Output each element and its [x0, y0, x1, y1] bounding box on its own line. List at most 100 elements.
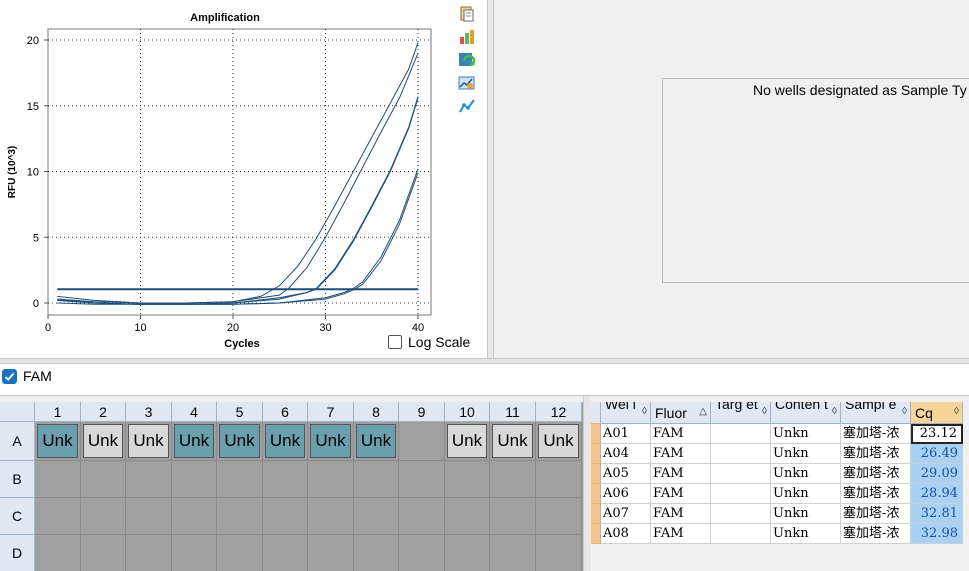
table-cell-well[interactable]: A05 — [601, 464, 651, 484]
row-selector[interactable] — [591, 424, 601, 444]
plate-well[interactable]: Unk — [126, 422, 172, 461]
plate-well[interactable]: Unk — [263, 422, 308, 461]
table-cell-fluor[interactable]: FAM — [651, 464, 711, 484]
plate-well[interactable] — [354, 461, 399, 498]
table-cell-sample[interactable]: 塞加塔-浓 — [841, 464, 911, 484]
sort-icon[interactable]: ◊ — [642, 406, 647, 417]
table-cell-sample[interactable]: 塞加塔-浓 — [841, 424, 911, 444]
table-cell-target[interactable] — [711, 444, 771, 464]
plate-row-header[interactable]: D — [0, 535, 35, 571]
row-selector[interactable] — [591, 524, 601, 544]
plate-table-splitter[interactable] — [583, 396, 591, 571]
plate-well[interactable]: Unk — [81, 422, 126, 461]
plate-well[interactable] — [35, 498, 81, 535]
plate-well[interactable] — [490, 535, 536, 571]
plate-well[interactable] — [126, 535, 172, 571]
column-header-target[interactable]: Targ et ◊ — [711, 402, 771, 424]
table-cell-cq[interactable]: 32.98 — [911, 524, 963, 544]
table-cell-sample[interactable]: 塞加塔-浓 — [841, 524, 911, 544]
table-cell-content[interactable]: Unkn — [771, 444, 841, 464]
plate-well[interactable]: Unk — [172, 422, 217, 461]
table-cell-target[interactable] — [711, 464, 771, 484]
plate-column-header[interactable]: 1 — [35, 402, 81, 422]
plate-well[interactable] — [172, 498, 217, 535]
column-header-cq[interactable]: Cq ◊ — [911, 402, 963, 424]
chart-settings-icon[interactable] — [458, 74, 476, 92]
plate-column-header[interactable]: 9 — [399, 402, 445, 422]
table-cell-sample[interactable]: 塞加塔-浓 — [841, 444, 911, 464]
refresh-icon[interactable] — [458, 51, 476, 69]
plate-well[interactable] — [35, 535, 81, 571]
plate-column-header[interactable]: 8 — [354, 402, 399, 422]
table-cell-target[interactable] — [711, 504, 771, 524]
table-cell-content[interactable]: Unkn — [771, 464, 841, 484]
row-selector[interactable] — [591, 484, 601, 504]
plate-well[interactable] — [217, 461, 263, 498]
table-cell-fluor[interactable]: FAM — [651, 504, 711, 524]
plate-column-header[interactable]: 2 — [81, 402, 126, 422]
copy-icon[interactable] — [458, 5, 476, 23]
sort-icon[interactable]: ◊ — [832, 406, 837, 417]
table-cell-well[interactable]: A01 — [601, 424, 651, 444]
plate-corner[interactable] — [0, 402, 35, 422]
table-cell-well[interactable]: A07 — [601, 504, 651, 524]
plate-well[interactable]: Unk — [536, 422, 582, 461]
plate-well[interactable] — [399, 535, 445, 571]
plate-well[interactable]: Unk — [445, 422, 490, 461]
plate-well[interactable] — [308, 498, 354, 535]
plate-column-header[interactable]: 10 — [445, 402, 490, 422]
plate-well[interactable] — [126, 461, 172, 498]
column-header-fluor[interactable]: Fluor △ — [651, 402, 711, 424]
table-cell-fluor[interactable]: FAM — [651, 444, 711, 464]
plate-well[interactable] — [536, 535, 582, 571]
plate-well[interactable] — [172, 535, 217, 571]
table-cell-well[interactable]: A06 — [601, 484, 651, 504]
plate-well[interactable] — [126, 498, 172, 535]
table-cell-cq[interactable]: 28.94 — [911, 484, 963, 504]
table-cell-fluor[interactable]: FAM — [651, 484, 711, 504]
plate-well[interactable] — [263, 535, 308, 571]
plate-well[interactable] — [490, 498, 536, 535]
table-cell-target[interactable] — [711, 524, 771, 544]
plate-well[interactable] — [263, 461, 308, 498]
table-cell-content[interactable]: Unkn — [771, 504, 841, 524]
plate-column-header[interactable]: 5 — [217, 402, 263, 422]
plate-well[interactable] — [81, 535, 126, 571]
table-cell-fluor[interactable]: FAM — [651, 524, 711, 544]
row-selector[interactable] — [591, 444, 601, 464]
table-cell-cq[interactable]: 26.49 — [911, 444, 963, 464]
plate-well[interactable] — [354, 498, 399, 535]
sort-icon[interactable]: ◊ — [902, 406, 907, 417]
plate-well[interactable] — [399, 461, 445, 498]
plate-column-header[interactable]: 4 — [172, 402, 217, 422]
plate-well[interactable]: Unk — [35, 422, 81, 461]
plate-well[interactable]: Unk — [354, 422, 399, 461]
plate-well[interactable] — [308, 461, 354, 498]
column-header-well[interactable]: Wel l ◊ — [601, 402, 651, 424]
table-cell-well[interactable]: A04 — [601, 444, 651, 464]
plate-column-header[interactable]: 7 — [308, 402, 354, 422]
fam-checkbox[interactable] — [2, 369, 17, 384]
log-scale-checkbox[interactable] — [388, 335, 402, 349]
plate-well[interactable] — [490, 461, 536, 498]
table-cell-content[interactable]: Unkn — [771, 484, 841, 504]
plate-well[interactable] — [263, 498, 308, 535]
plate-well[interactable] — [445, 535, 490, 571]
sort-icon[interactable]: ◊ — [762, 406, 767, 417]
plate-column-header[interactable]: 3 — [126, 402, 172, 422]
vertical-splitter[interactable] — [487, 0, 494, 358]
plate-well[interactable] — [172, 461, 217, 498]
table-cell-cq[interactable]: 29.09 — [911, 464, 963, 484]
plate-row-header[interactable]: B — [0, 461, 35, 498]
plate-row-header[interactable]: C — [0, 498, 35, 535]
table-cell-target[interactable] — [711, 424, 771, 444]
log-scale-toggle[interactable]: Log Scale — [388, 334, 470, 350]
table-cell-target[interactable] — [711, 484, 771, 504]
plate-well[interactable] — [536, 498, 582, 535]
column-header-content[interactable]: Conten t ◊ — [771, 402, 841, 424]
plate-well[interactable] — [399, 422, 445, 461]
plate-well[interactable] — [354, 535, 399, 571]
table-cell-cq[interactable]: 32.81 — [911, 504, 963, 524]
row-selector[interactable] — [591, 504, 601, 524]
plate-well[interactable]: Unk — [217, 422, 263, 461]
